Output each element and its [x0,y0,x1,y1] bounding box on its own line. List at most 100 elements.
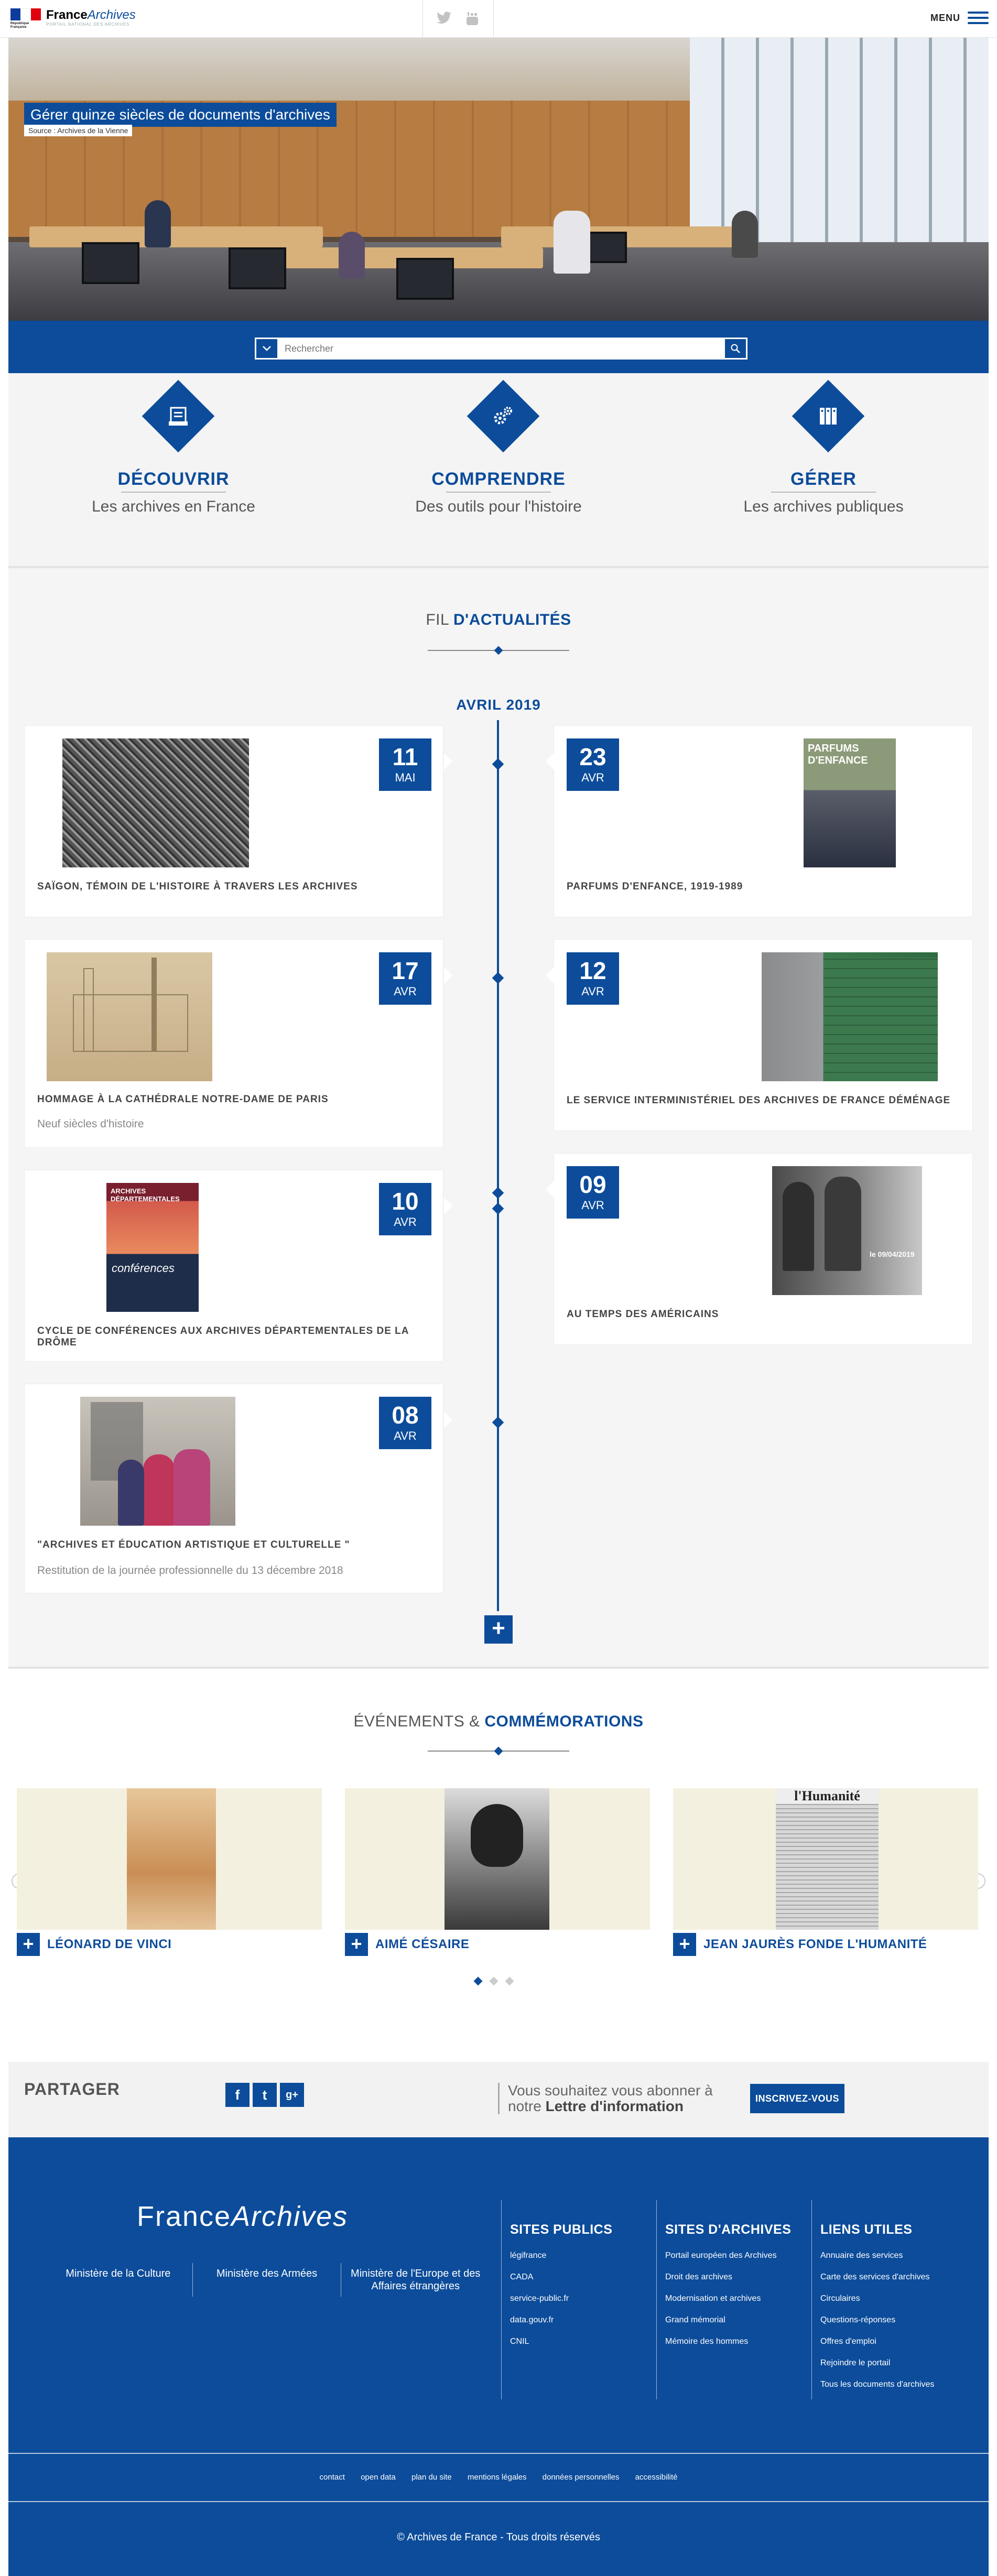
carousel-dot[interactable] [473,1976,483,1986]
event-expand-button[interactable]: + [17,1933,40,1956]
timeline-marker [492,1202,504,1215]
footer-link[interactable]: Tous les documents d'archives [820,2380,958,2389]
news-subtitle: Neuf siècles d'histoire [37,1118,144,1130]
news-card[interactable]: 17 AVR HOMMAGE À LA CATHÉDRALE NOTRE-DAME… [24,939,452,1148]
news-card[interactable]: ARCHIVES DÉPARTEMENTALES conférences 10 A… [24,1170,452,1362]
twitter-icon[interactable] [437,12,451,26]
footer-link[interactable]: Mémoire des hommes [665,2337,803,2346]
menu-toggle[interactable]: MENU [930,12,989,24]
footer-link[interactable]: Carte des services d'archives [820,2273,958,2282]
search-input[interactable] [277,339,725,358]
menu-label: MENU [930,12,960,23]
hero-banner: Gérer quinze siècles de documents d'arch… [8,38,989,321]
facebook-icon[interactable]: f [225,2083,250,2107]
feature-title: DÉCOUVRIR [117,469,230,489]
footer-bottom-link[interactable]: open data [361,2473,396,2482]
footer-link[interactable]: Annuaire des services [820,2251,958,2260]
feature-subtitle: Les archives en France [92,498,255,515]
republique-francaise-logo: République Française [10,8,41,29]
carousel-pagination [473,1976,514,1986]
news-title: AU TEMPS DES AMÉRICAINS [567,1309,719,1320]
page: République Française FranceArchives Port… [0,0,997,2576]
subscribe-button[interactable]: INSCRIVEZ-VOUS [750,2084,844,2113]
googleplus-icon[interactable]: g+ [280,2083,304,2107]
news-image: ARCHIVES DÉPARTEMENTALES conférences [106,1183,199,1312]
footer-link[interactable]: data.gouv.fr [510,2316,648,2325]
chevron-down-icon [263,346,271,351]
footer-bottom-link[interactable]: données personnelles [543,2473,620,2482]
feature-gerer[interactable]: GÉRER Les archives publiques [713,373,934,546]
footer-bottom-link[interactable]: mentions légales [468,2473,527,2482]
footer-link[interactable]: Modernisation et archives [665,2294,803,2303]
footer-link[interactable]: Grand mémorial [665,2316,803,2325]
news-title: FIL D'ACTUALITÉS [426,611,571,628]
share-section: PARTAGER f t g+ Vous souhaitez vous abon… [8,2062,989,2137]
footer-link[interactable]: Droit des archives [665,2273,803,2282]
footer-link[interactable]: Portail européen des Archives [665,2251,803,2260]
news-title: HOMMAGE À LA CATHÉDRALE NOTRE-DAME DE PA… [37,1094,329,1105]
ministry-link[interactable]: Ministère des Armées [192,2263,341,2297]
date-badge: 23 AVR [567,738,619,791]
date-badge: 09 AVR [567,1166,619,1219]
news-card[interactable]: 08 AVR "ARCHIVES ET ÉDUCATION ARTISTIQUE … [24,1384,452,1593]
youtube-icon[interactable] [465,12,480,26]
news-card[interactable]: 12 AVR LE SERVICE INTERMINISTÉRIEL DES AR… [546,939,973,1131]
divider-ornament [428,647,569,654]
copyright: © Archives de France - Tous droits réser… [397,2531,600,2543]
news-image [47,952,212,1081]
news-month: AVRIL 2019 [456,697,541,713]
footer-bottom-link[interactable]: plan du site [411,2473,452,2482]
feature-comprendre[interactable]: COMPRENDRE Des outils pour l'histoire [388,373,609,546]
footer-link[interactable]: Rejoindre le portail [820,2358,958,2368]
event-image [17,1788,322,1930]
footer-link[interactable]: Offres d'emploi [820,2337,958,2346]
brand-name: FranceArchives [46,8,136,22]
footer-column-title: LIENS UTILES [820,2222,913,2237]
event-expand-button[interactable]: + [673,1933,696,1956]
event-expand-button[interactable]: + [345,1933,368,1956]
carousel-dot[interactable] [505,1976,514,1986]
search-form [255,338,747,360]
feature-subtitle: Des outils pour l'histoire [415,498,582,515]
footer-bottom-link[interactable]: accessibilité [635,2473,678,2482]
footer-link[interactable]: Circulaires [820,2294,958,2303]
feature-decouvrir[interactable]: DÉCOUVRIR Les archives en France [63,373,284,546]
brand-tagline: Portail national des archives [46,22,130,27]
date-badge: 11 MAI [379,738,431,791]
footer-column-title: SITES PUBLICS [510,2222,613,2237]
site-logo[interactable]: République Française FranceArchives Port… [10,8,136,29]
site-footer: FranceArchives Ministère de la Culture M… [8,2137,989,2576]
ministry-link[interactable]: Ministère de l'Europe et des Affaires ét… [341,2263,490,2297]
news-card[interactable]: le 09/04/2019 09 AVR AU TEMPS DES AMÉRICA… [546,1153,973,1345]
flag-caption: République Française [10,22,29,29]
footer-brand[interactable]: FranceArchives [137,2200,348,2233]
features-section: DÉCOUVRIR Les archives en France COMPREN… [8,373,989,568]
hamburger-icon [968,12,989,24]
footer-link[interactable]: CNIL [510,2337,648,2346]
twitter-icon[interactable]: t [253,2083,277,2107]
footer-link[interactable]: CADA [510,2273,648,2282]
timeline-axis [497,720,499,1611]
load-more-button[interactable]: + [484,1615,513,1644]
news-card[interactable]: PARFUMS D'ENFANCE 23 AVR PARFUMS D'ENFANC… [546,725,973,917]
search-button[interactable] [725,339,746,358]
footer-bottom-link[interactable]: contact [320,2473,345,2482]
timeline-marker [492,972,504,984]
footer-link[interactable]: légifrance [510,2251,648,2260]
ministry-link[interactable]: Ministère de la Culture [44,2263,192,2297]
news-title: CYCLE DE CONFÉRENCES AUX ARCHIVES DÉPART… [37,1325,409,1348]
footer-link[interactable]: service-public.fr [510,2294,648,2303]
search-bar [8,321,989,373]
news-image [762,952,938,1081]
news-title: "ARCHIVES ET ÉDUCATION ARTISTIQUE ET CUL… [37,1539,350,1550]
event-image: l'Humanité [673,1788,978,1930]
footer-link[interactable]: Questions-réponses [820,2316,958,2325]
news-subtitle: Restitution de la journée professionnell… [37,1564,343,1577]
divider-ornament [428,1747,569,1755]
search-scope-dropdown[interactable] [256,339,277,358]
footer-divider [8,2501,989,2502]
ministries-list: Ministère de la Culture Ministère des Ar… [44,2263,490,2297]
footer-column-liens-utiles: LIENS UTILES Annuaire des services Carte… [811,2200,958,2399]
carousel-dot[interactable] [489,1976,498,1986]
news-card[interactable]: 11 MAI SAÏGON, TÉMOIN DE L'HISTOIRE À TRA… [24,725,452,917]
